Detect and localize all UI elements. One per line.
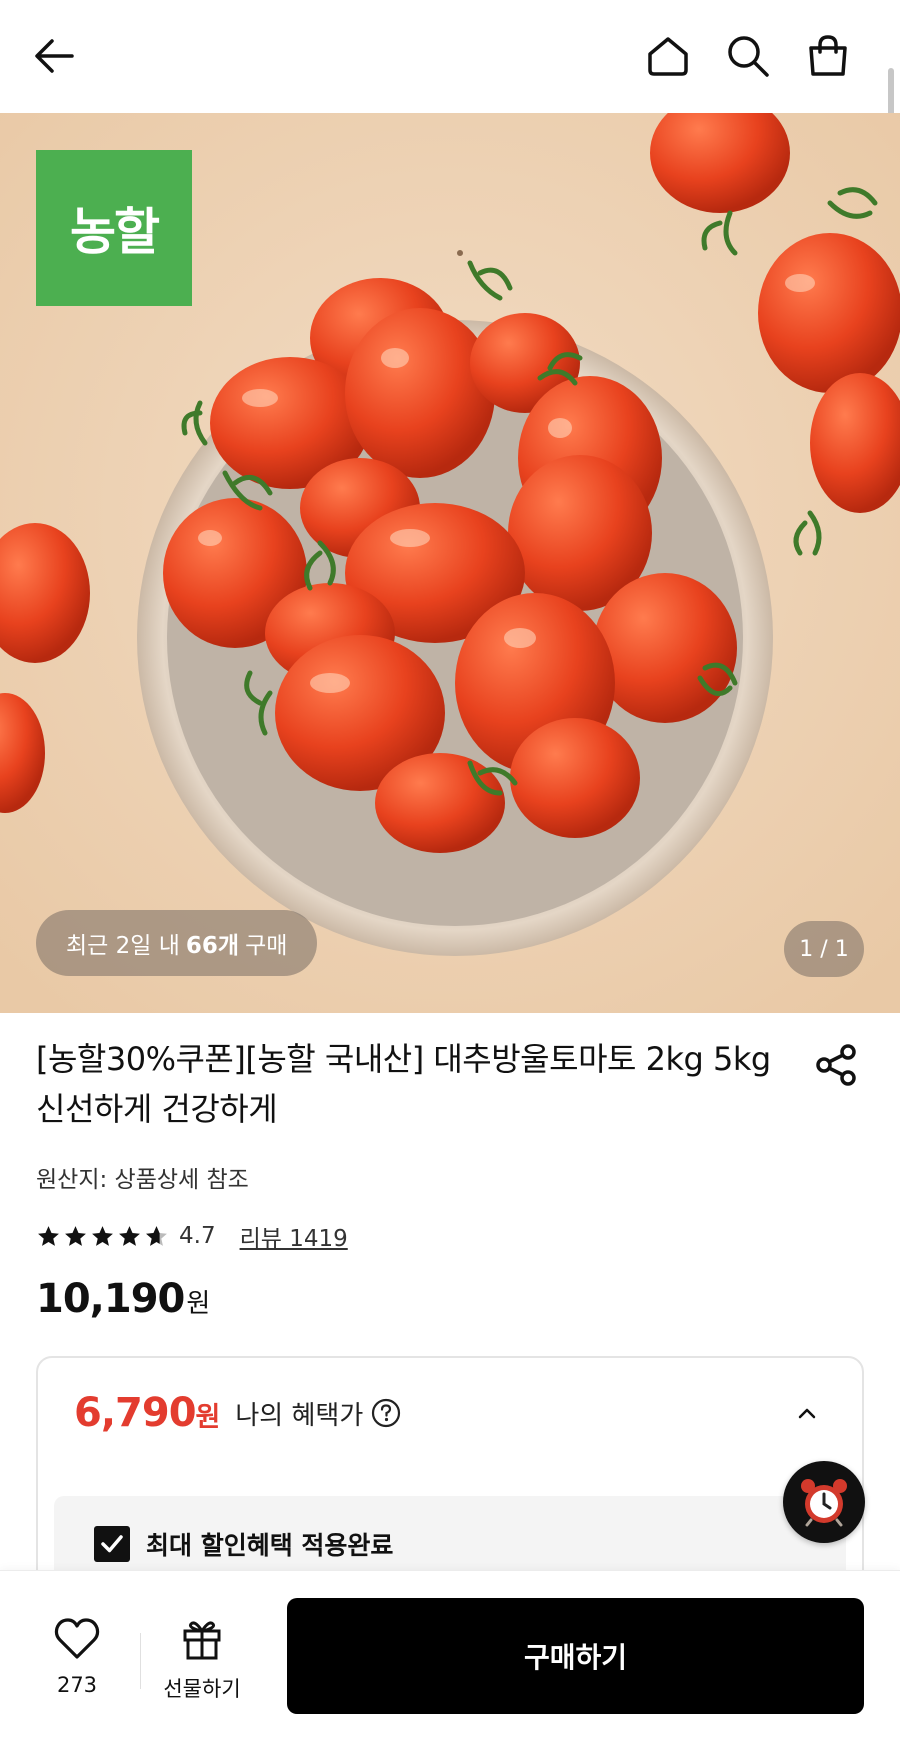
top-bar <box>0 0 900 120</box>
arrow-left-icon[interactable] <box>26 28 82 84</box>
heart-icon <box>54 1618 100 1659</box>
review-link[interactable]: 리뷰 1419 <box>240 1219 348 1253</box>
price-value: 10,190 <box>36 1276 185 1322</box>
gift-icon <box>183 1621 221 1660</box>
image-pager: 1 / 1 <box>784 921 864 977</box>
product-image[interactable]: 농할 최근 2일 내 66개 구매 1 / 1 <box>0 113 900 1013</box>
gift-label: 선물하기 <box>163 1677 241 1701</box>
divider <box>140 1633 141 1689</box>
alarm-clock-button[interactable] <box>783 1461 865 1543</box>
like-count: 273 <box>56 1673 98 1697</box>
check-icon <box>101 1535 123 1553</box>
brand-logo: 농할 <box>36 150 192 306</box>
chevron-up-icon[interactable] <box>792 1398 822 1428</box>
rating-value: 4.7 <box>179 1223 216 1249</box>
shopping-bag-icon[interactable] <box>800 28 856 84</box>
origin-info: 원산지: 상품상세 참조 <box>36 1167 249 1193</box>
rating-stars <box>36 1224 169 1249</box>
home-icon[interactable] <box>640 28 696 84</box>
checkbox[interactable] <box>94 1526 130 1562</box>
star-icon <box>65 1225 86 1246</box>
price-unit: 원 <box>186 1289 210 1319</box>
rating-row: 4.7 리뷰 1419 <box>36 1218 348 1254</box>
help-icon[interactable] <box>371 1398 401 1428</box>
max-discount-check[interactable]: 최대 할인혜택 적용완료 <box>94 1526 393 1562</box>
search-icon[interactable] <box>720 28 776 84</box>
recent-suffix: 구매 <box>245 933 288 959</box>
star-half-icon <box>146 1225 167 1246</box>
share-icon[interactable] <box>812 1040 862 1090</box>
bottom-action-bar: 273 선물하기 구매하기 <box>0 1570 900 1741</box>
benefit-price-value: 6,790 <box>74 1390 197 1436</box>
alarm-clock-icon <box>801 1479 847 1527</box>
recent-count: 66개 <box>185 933 240 959</box>
star-icon <box>38 1225 59 1246</box>
gift-button[interactable]: 선물하기 <box>152 1617 252 1703</box>
star-icon <box>92 1225 113 1246</box>
max-discount-label: 최대 할인혜택 적용완료 <box>146 1531 394 1560</box>
buy-button[interactable]: 구매하기 <box>287 1598 864 1714</box>
benefit-header[interactable]: 6,790원 나의 혜택가 <box>38 1358 862 1468</box>
benefit-label: 나의 혜택가 <box>235 1400 364 1431</box>
recent-prefix: 최근 2일 내 <box>66 933 180 959</box>
product-title: [농할30%쿠폰][농할 국내산] 대추방울토마토 2kg 5kg 신선하게 건… <box>36 1040 771 1128</box>
benefit-price-unit: 원 <box>195 1402 221 1433</box>
like-button[interactable]: 273 <box>46 1617 108 1697</box>
original-price: 10,190원 <box>36 1276 210 1322</box>
star-icon <box>119 1225 140 1246</box>
benefit-price: 6,790원 <box>74 1390 221 1436</box>
recent-purchase-badge: 최근 2일 내 66개 구매 <box>36 910 318 976</box>
